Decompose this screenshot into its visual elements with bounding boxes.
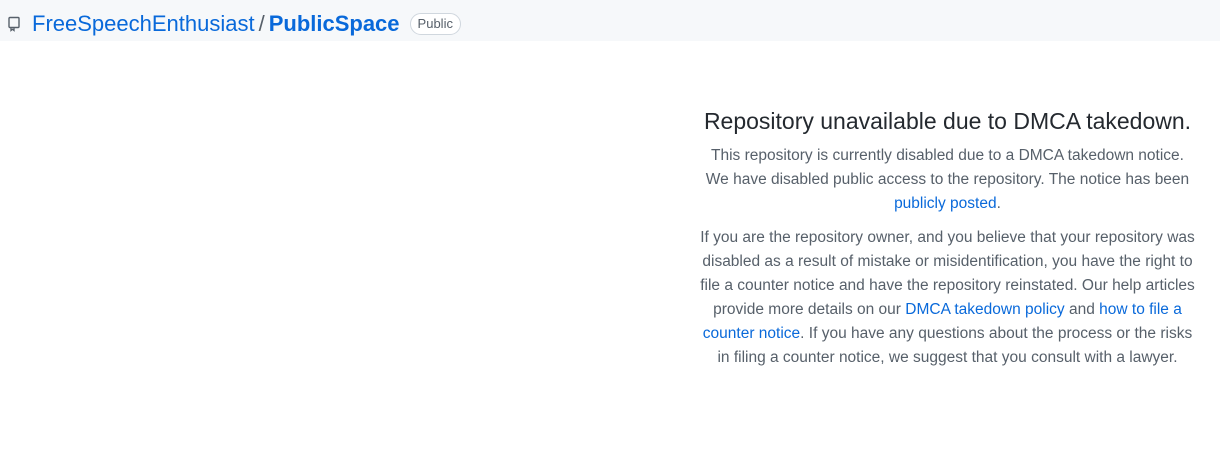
repo-header: FreeSpeechEnthusiast / PublicSpace Publi… xyxy=(0,0,1220,41)
notice-paragraph-2-mid: and xyxy=(1064,301,1100,318)
owner-link[interactable]: FreeSpeechEnthusiast xyxy=(32,11,255,37)
notice-paragraph-2: If you are the repository owner, and you… xyxy=(700,226,1195,370)
dmca-policy-link[interactable]: DMCA takedown policy xyxy=(905,301,1064,318)
breadcrumb-separator: / xyxy=(258,11,265,36)
visibility-badge: Public xyxy=(409,13,461,35)
notice-paragraph-1-text: This repository is currently disabled du… xyxy=(705,147,1190,188)
repo-link[interactable]: PublicSpace xyxy=(269,11,400,37)
publicly-posted-link[interactable]: publicly posted xyxy=(894,195,997,212)
notice-title: Repository unavailable due to DMCA taked… xyxy=(703,108,1192,134)
breadcrumb: FreeSpeechEnthusiast / PublicSpace Publi… xyxy=(32,9,461,39)
dmca-notice: Repository unavailable due to DMCA taked… xyxy=(700,104,1195,380)
repo-icon xyxy=(8,16,20,32)
notice-paragraph-1: This repository is currently disabled du… xyxy=(700,144,1195,216)
notice-paragraph-1-end: . xyxy=(996,195,1001,212)
